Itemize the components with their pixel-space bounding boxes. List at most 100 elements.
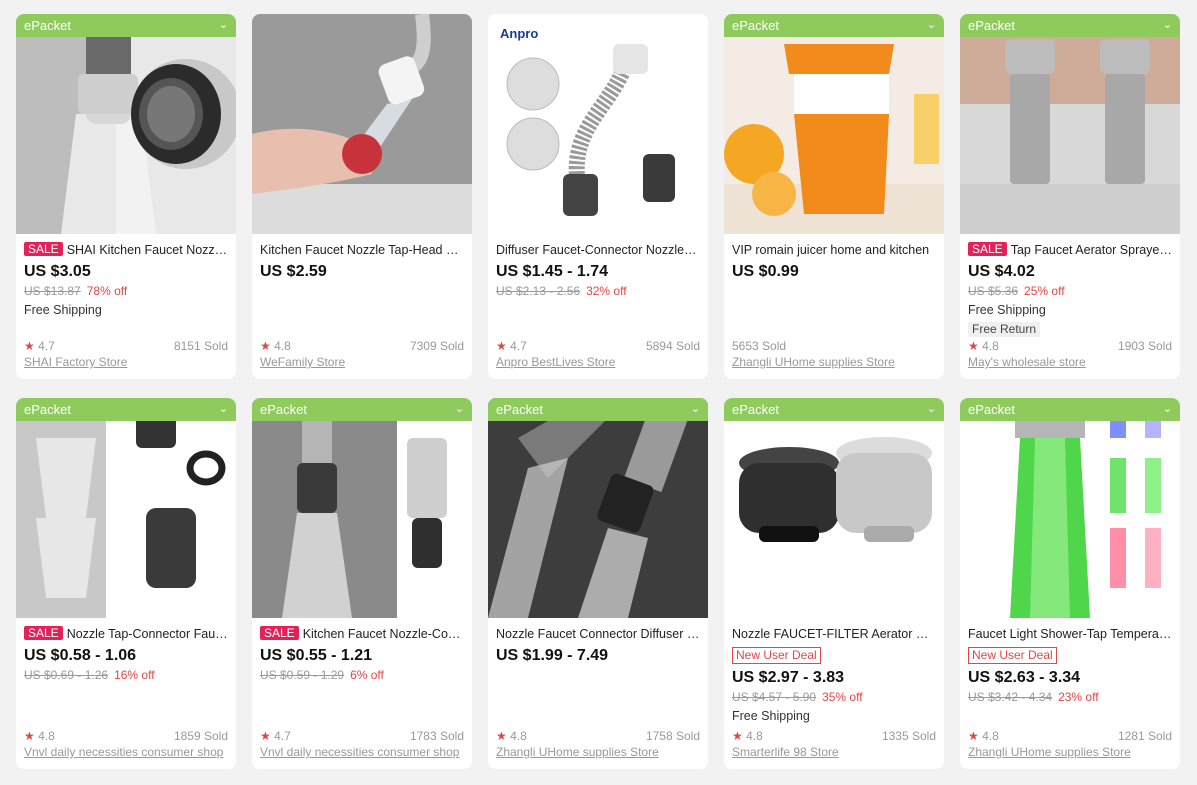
product-title[interactable]: SALESHAI Kitchen Faucet Nozzle Adapter [24,242,228,258]
product-image[interactable] [724,14,944,234]
discount: 16% off [114,668,155,682]
store-link[interactable]: Zhangli UHome supplies Store [732,355,936,370]
star-icon: ★ [496,339,507,353]
original-price: US $2.13 - 2.56 [496,284,581,298]
rating: 4.8 [746,729,763,743]
chevron-down-icon[interactable]: ⌄ [455,398,464,421]
aerator-filter-image [724,398,944,618]
sold-count: 5894 Sold [645,339,700,353]
price: US $2.97 - 3.83 [732,669,845,686]
swivel-nozzle-image [488,398,708,618]
product-image[interactable] [960,14,1180,234]
store-link[interactable]: Zhangli UHome supplies Store [496,745,700,760]
product-card[interactable]: ePacket⌄ SALEKitchen Faucet Nozzle-Conne… [252,398,472,769]
product-card[interactable]: ePacket ⌄ SALE Tap Faucet Aerator Sprayer … [960,14,1180,379]
product-card[interactable]: ePacket ⌄ SALE SHAI Kitchen Faucet Nozzle … [16,14,236,379]
star-icon: ★ [24,339,35,353]
product-image[interactable] [16,398,236,618]
led-faucet-light-image [960,398,1180,618]
store-link[interactable]: Vnvl daily necessities consumer shop [24,745,228,760]
sold-count: 8151 Sold [173,339,228,353]
new-user-deal-tag: New User Deal [968,647,1057,664]
chevron-down-icon[interactable]: ⌄ [927,398,936,421]
original-price: US $13.87 [24,284,81,298]
product-title[interactable]: SALEKitchen Faucet Nozzle-Connector Adap… [260,626,464,642]
chevron-down-icon[interactable]: ⌄ [927,14,936,37]
anpro-logo: Anpro [500,26,538,41]
chevron-down-icon[interactable]: ⌄ [1163,14,1172,37]
product-card[interactable]: ePacket ⌄ Nozzle FAUCET-FILTER Aerator Ki… [724,398,944,769]
sale-tag: SALE [24,242,63,256]
chevron-down-icon[interactable]: ⌄ [691,398,700,421]
price: US $3.05 [24,263,91,280]
sold-count: 1335 Sold [881,729,936,743]
discount: 78% off [86,284,128,298]
product-card[interactable]: ePacket ⌄ Nozzle Faucet Connector Diffuse… [488,398,708,769]
star-icon: ★ [968,339,979,353]
product-image[interactable] [960,398,1180,618]
original-price: US $0.69 - 1.26 [24,668,109,682]
product-image[interactable] [252,14,472,234]
free-shipping: Free Shipping [732,709,810,723]
product-title[interactable]: Faucet Light Shower-Tap Temperature LED [968,626,1172,642]
price: US $0.99 [732,263,799,280]
store-link[interactable]: WeFamily Store [260,355,464,370]
product-grid: ePacket ⌄ SALE SHAI Kitchen Faucet Nozzle … [16,14,1180,769]
epacket-badge: ePacket ⌄ [960,14,1180,37]
epacket-badge: ePacket ⌄ [724,14,944,37]
epacket-badge: ePacket ⌄ [252,398,472,421]
star-icon: ★ [968,729,979,743]
product-image[interactable] [16,14,236,234]
product-title[interactable]: Nozzle Faucet Connector Diffuser Swivel [496,626,700,642]
store-link[interactable]: Anpro BestLives Store [496,355,700,370]
sale-tag: SALE [260,626,299,640]
price: US $0.58 - 1.06 [24,647,137,664]
sale-tag: SALE [24,626,63,640]
chevron-down-icon[interactable]: ⌄ [219,14,228,37]
store-link[interactable]: May's wholesale store [968,355,1172,370]
product-card[interactable]: Kitchen Faucet Nozzle Tap-Head Sprayer U… [252,14,472,379]
product-card[interactable]: Anpro Diffuser Faucet-Connector Nozzle F… [488,14,708,379]
rating: 4.8 [274,339,291,353]
product-title[interactable]: Nozzle FAUCET-FILTER Aerator Kitchen [732,626,936,642]
product-card[interactable]: ePacket⌄ SALENozzle Tap-Connector Faucet… [16,398,236,769]
epacket-badge: ePacket ⌄ [724,398,944,421]
epacket-badge: ePacket ⌄ [16,398,236,421]
original-price: US $4.57 - 5.90 [732,690,817,704]
product-card[interactable]: ePacket ⌄ Faucet Light Shower-Tap Tempera… [960,398,1180,769]
product-title[interactable]: Kitchen Faucet Nozzle Tap-Head Sprayer [260,242,464,258]
product-title[interactable]: SALENozzle Tap-Connector Faucet Aerator [24,626,228,642]
price: US $4.02 [968,263,1035,280]
epacket-badge: ePacket ⌄ [488,398,708,421]
discount: 25% off [1024,284,1065,298]
free-shipping: Free Shipping [968,303,1046,317]
store-link[interactable]: Smarterlife 98 Store [732,745,936,760]
flexible-nozzle-image: Anpro [488,14,708,234]
hand-washing-image [252,14,472,234]
product-title[interactable]: SALETap Faucet Aerator Sprayer Nozzle [968,242,1172,258]
rating: 4.7 [510,339,527,353]
juicer-image [724,14,944,234]
product-image[interactable]: Anpro [488,14,708,234]
original-price: US $3.42 - 4.34 [968,690,1053,704]
sold-count: 1783 Sold [409,729,464,743]
discount: 35% off [822,690,863,704]
price: US $1.45 - 1.74 [496,263,609,280]
product-card[interactable]: ePacket ⌄ VIP romain juicer home and kitc… [724,14,944,379]
product-image[interactable] [488,398,708,618]
discount: 6% off [350,668,384,682]
original-price: US $0.59 - 1.29 [260,668,345,682]
product-title[interactable]: Diffuser Faucet-Connector Nozzle Filter [496,242,700,258]
store-link[interactable]: SHAI Factory Store [24,355,228,370]
chevron-down-icon[interactable]: ⌄ [219,398,228,421]
product-image[interactable] [724,398,944,618]
star-icon: ★ [496,729,507,743]
store-link[interactable]: Vnvl daily necessities consumer shop [260,745,464,760]
chevron-down-icon[interactable]: ⌄ [1163,398,1172,421]
store-link[interactable]: Zhangli UHome supplies Store [968,745,1172,760]
discount: 23% off [1058,690,1099,704]
price: US $2.63 - 3.34 [968,669,1081,686]
star-icon: ★ [732,729,743,743]
product-image[interactable] [252,398,472,618]
product-title[interactable]: VIP romain juicer home and kitchen [732,242,936,258]
